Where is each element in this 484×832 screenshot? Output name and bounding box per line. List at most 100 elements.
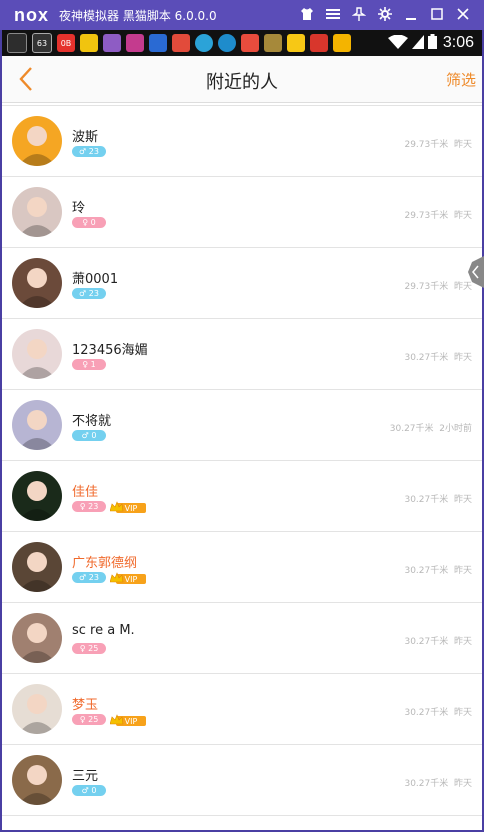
- avatar[interactable]: [12, 116, 62, 166]
- maximize-icon[interactable]: [424, 7, 450, 23]
- gender-age-badge: ♀ 1: [72, 359, 106, 370]
- gender-icon: ♀: [79, 502, 86, 511]
- filter-button[interactable]: 筛选: [446, 69, 476, 90]
- emulator-controls: [294, 0, 476, 30]
- person-name: sc re a M.: [72, 623, 135, 638]
- person-name: 123456海媚: [72, 343, 148, 358]
- avatar[interactable]: [12, 400, 62, 450]
- distance-time: 29.73千米 昨天: [404, 137, 472, 150]
- distance-time: 30.27千米 昨天: [404, 350, 472, 363]
- person-row[interactable]: 三元 ♂ 0 30.27千米 昨天: [2, 745, 482, 816]
- status-right: 3:06: [387, 30, 474, 56]
- messenger-icon: [7, 33, 27, 53]
- person-name: 梦玉: [72, 698, 99, 713]
- close-icon[interactable]: [450, 7, 476, 23]
- app-badge-icon: 0B: [57, 34, 75, 52]
- person-row[interactable]: 玲 ♀ 0 29.73千米 昨天: [2, 177, 482, 248]
- notification-count-0b: 0B: [60, 38, 72, 48]
- notification-count-63: 63: [36, 38, 48, 48]
- person-row[interactable]: 波斯 ♂ 23 29.73千米 昨天: [2, 106, 482, 177]
- avatar[interactable]: [12, 258, 62, 308]
- emulator-title-bar: nox 夜神模拟器 黑猫脚本 6.0.0.0: [0, 0, 484, 30]
- sim-icon: [411, 34, 424, 53]
- last-seen-value: 昨天: [453, 637, 472, 647]
- svg-text:VIP: VIP: [125, 575, 138, 584]
- person-row[interactable]: 萧0001 ♂ 23 29.73千米 昨天: [2, 248, 482, 319]
- person-row[interactable]: 不将就 ♂ 0 30.27千米 2小时前: [2, 390, 482, 461]
- person-row[interactable]: 广东郭德纲 ♂ 23 30.27千米 昨天 VIP: [2, 532, 482, 603]
- person-row[interactable]: 佳佳 ♀ 23 30.27千米 昨天 VIP: [2, 461, 482, 532]
- distance-time: 30.27千米 昨天: [404, 563, 472, 576]
- avatar[interactable]: [12, 329, 62, 379]
- last-seen-value: 昨天: [453, 211, 472, 221]
- distance-value: 30.27千米: [404, 495, 449, 505]
- distance-time: 30.27千米 昨天: [404, 492, 472, 505]
- last-seen-value: 昨天: [453, 495, 472, 505]
- circle-app-icon-2: [218, 34, 236, 52]
- age-value: 23: [88, 289, 99, 298]
- gender-age-badge: ♀ 25: [72, 643, 106, 654]
- age-value: 23: [88, 502, 99, 511]
- yellow-app-icon-2: [333, 34, 351, 52]
- person-name: 三元: [72, 769, 99, 784]
- battery-icon: [427, 33, 437, 53]
- person-name: 玲: [72, 201, 86, 216]
- gear-icon[interactable]: [372, 6, 398, 24]
- svg-text:VIP: VIP: [125, 717, 138, 726]
- age-value: 25: [88, 644, 99, 653]
- gender-icon: ♂: [81, 431, 89, 440]
- shirt-icon[interactable]: [294, 7, 320, 23]
- avatar[interactable]: [12, 613, 62, 663]
- avatar[interactable]: [12, 471, 62, 521]
- status-time: 3:06: [442, 34, 474, 51]
- age-value: 0: [90, 218, 96, 227]
- gender-age-badge: ♂ 0: [72, 785, 106, 796]
- distance-time: 30.27千米 昨天: [404, 705, 472, 718]
- gender-icon: ♀: [82, 360, 89, 369]
- avatar[interactable]: [12, 684, 62, 734]
- last-seen-value: 昨天: [453, 140, 472, 150]
- distance-value: 29.73千米: [404, 282, 449, 292]
- gender-age-badge: ♂ 23: [72, 288, 106, 299]
- gender-age-badge: ♂ 23: [72, 572, 106, 583]
- video-app-icon-2: [241, 34, 259, 52]
- gender-icon: ♂: [79, 573, 87, 582]
- distance-time: 30.27千米 昨天: [404, 634, 472, 647]
- person-row[interactable]: 梦玉 ♀ 25 30.27千米 昨天 VIP: [2, 674, 482, 745]
- side-drawer-handle[interactable]: [466, 256, 484, 288]
- gender-icon: ♂: [79, 289, 87, 298]
- distance-time: 29.73千米 昨天: [404, 208, 472, 221]
- distance-value: 30.27千米: [389, 424, 434, 434]
- age-value: 23: [88, 573, 99, 582]
- menu-icon[interactable]: [320, 8, 346, 23]
- person-name: 不将就: [72, 414, 112, 429]
- emulator-title: 夜神模拟器 黑猫脚本 6.0.0.0: [59, 8, 217, 23]
- pin-icon[interactable]: [346, 6, 372, 24]
- svg-text:VIP: VIP: [125, 504, 138, 513]
- avatar[interactable]: [12, 187, 62, 237]
- distance-value: 29.73千米: [404, 140, 449, 150]
- person-row[interactable]: 123456海媚 ♀ 1 30.27千米 昨天: [2, 319, 482, 390]
- age-value: 1: [90, 360, 96, 369]
- distance-time: 29.73千米 昨天: [404, 279, 472, 292]
- vip-badge: VIP: [109, 570, 146, 584]
- video-app-icon: [172, 34, 190, 52]
- person-name: 佳佳: [72, 485, 99, 500]
- app-header: 附近的人 筛选: [2, 56, 482, 103]
- gender-icon: ♂: [81, 786, 89, 795]
- last-seen-value: 昨天: [453, 566, 472, 576]
- avatar[interactable]: [12, 542, 62, 592]
- app-icon-blue: [149, 34, 167, 52]
- distance-value: 30.27千米: [404, 779, 449, 789]
- person-name: 广东郭德纲: [72, 556, 138, 571]
- avatar[interactable]: [12, 755, 62, 805]
- wifi-icon: [387, 34, 408, 53]
- yellow-app-icon: [287, 34, 305, 52]
- gender-icon: ♀: [79, 715, 86, 724]
- minimize-icon[interactable]: [398, 8, 424, 23]
- gender-icon: ♀: [79, 644, 86, 653]
- person-row[interactable]: sc re a M. ♀ 25 30.27千米 昨天: [2, 603, 482, 674]
- vip-badge: VIP: [109, 499, 146, 513]
- gender-age-badge: ♂ 23: [72, 146, 106, 157]
- gender-icon: ♂: [79, 147, 87, 156]
